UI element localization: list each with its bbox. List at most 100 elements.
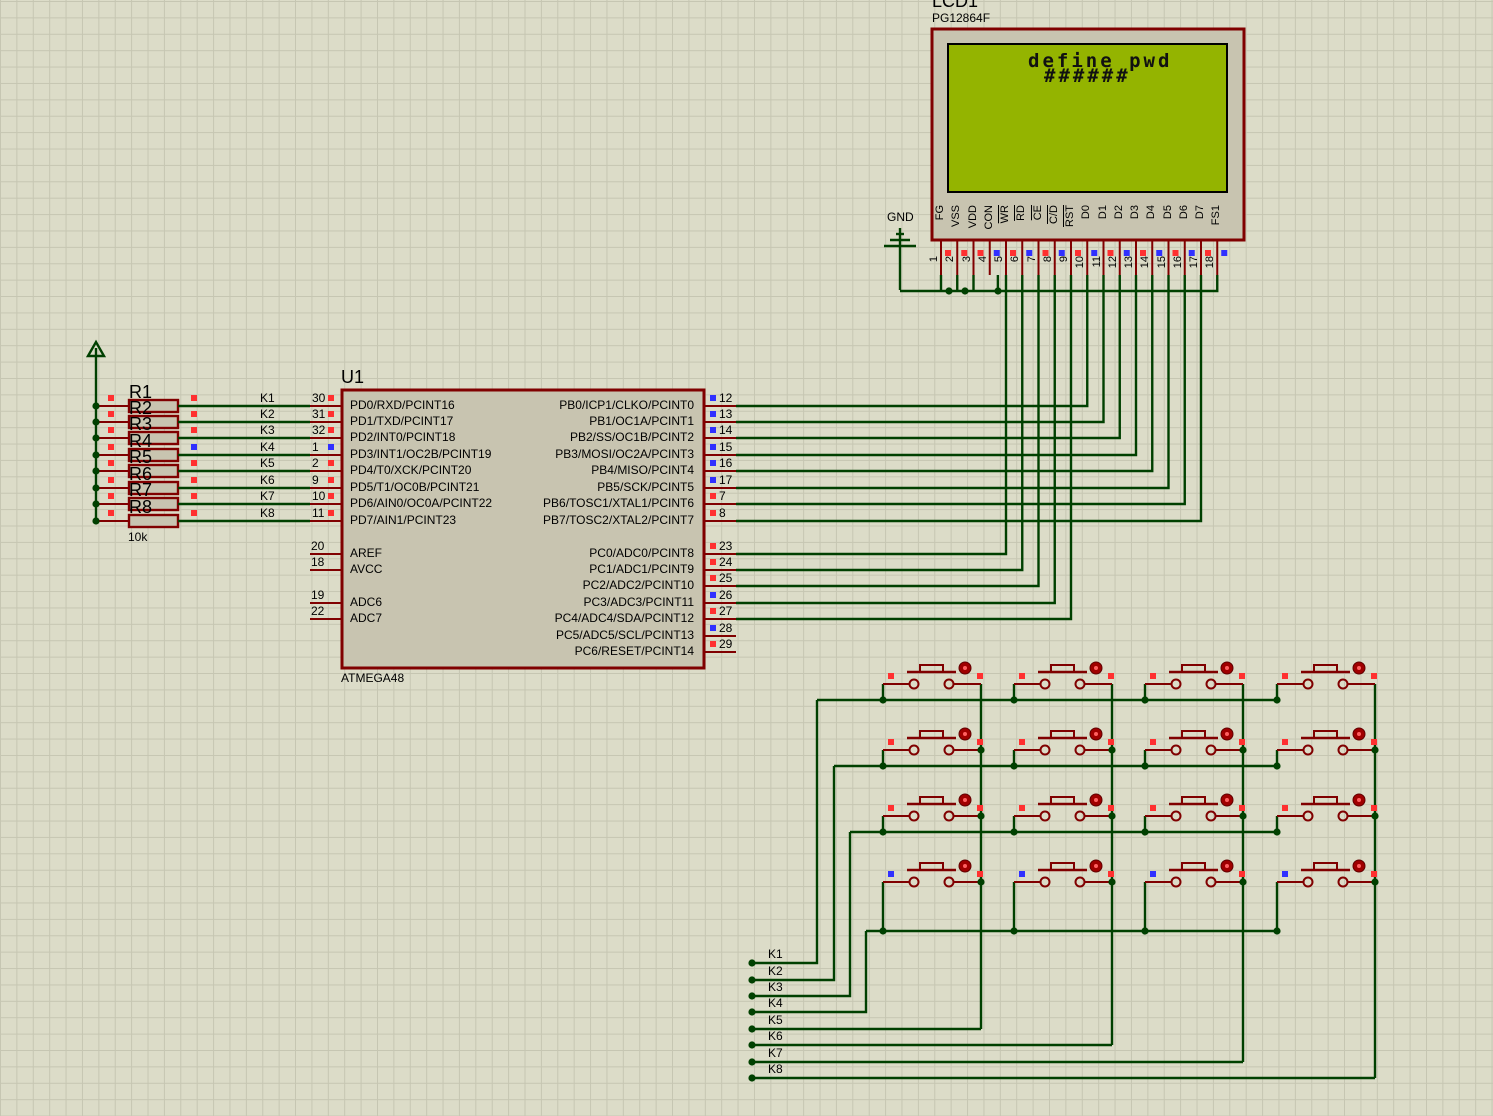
lcd-pin-name: D4 (1145, 205, 1158, 220)
pin-marker (108, 477, 114, 483)
mcu-pin-number: 17 (719, 473, 733, 487)
button-indicator-dot (963, 798, 967, 802)
lcd-pin-name: D3 (1129, 205, 1141, 220)
pin-marker (977, 871, 983, 877)
button-contact (1170, 678, 1182, 690)
mcu-pin-number: 30 (312, 391, 326, 405)
mcu-pin-name: PC4/ADC4/SDA/PCINT12 (554, 611, 694, 625)
wire-row-net (752, 766, 836, 982)
mcu-pin-name: PC3/ADC3/PCINT11 (583, 595, 694, 609)
wire-control (736, 275, 1040, 588)
key-button (1014, 727, 1112, 756)
pin-marker (977, 805, 983, 811)
lcd-pin-number: 4 (976, 256, 989, 263)
wire-data-bus (736, 275, 1105, 424)
button-indicator-dot (1225, 864, 1229, 868)
button-contact (1170, 744, 1182, 756)
lcd-pin-name: D7 (1194, 205, 1206, 220)
button-indicator-dot (1357, 666, 1361, 670)
lcd-pin-number: 16 (1171, 256, 1184, 269)
junction-dot (1010, 762, 1018, 770)
mcu-pin-number: 26 (719, 588, 733, 602)
net-label: K7 (768, 1046, 783, 1060)
junction-dot (1273, 762, 1281, 770)
mcu-pin-number: 16 (719, 456, 733, 470)
button-contact (1205, 744, 1217, 756)
wire-data-bus (736, 275, 1154, 473)
mcu-pin-name: AREF (350, 546, 383, 560)
button-contact (1205, 876, 1217, 888)
pin-marker (977, 673, 983, 679)
pin-marker (191, 510, 197, 516)
lcd-pin-number: 15 (1155, 256, 1168, 269)
button-contact (908, 876, 920, 888)
junction-dot (1371, 746, 1379, 754)
pin-marker (108, 444, 114, 450)
junction-dot (1371, 812, 1379, 820)
key-button (1277, 859, 1375, 888)
button-contact (908, 744, 920, 756)
button-indicator-dot (1225, 732, 1229, 736)
button-contact (943, 744, 955, 756)
pin-marker (1371, 739, 1377, 745)
pin-marker (710, 427, 716, 433)
pin-marker (1150, 739, 1156, 745)
junction-dot (748, 1041, 756, 1049)
junction-dot (1108, 746, 1116, 754)
wire-control (736, 275, 1008, 556)
junction-dot (748, 1058, 756, 1066)
button-contact (908, 678, 920, 690)
pin-marker (888, 673, 894, 679)
mcu-pin-name: PC2/ADC2/PCINT10 (582, 578, 694, 592)
pin-marker (191, 427, 197, 433)
junction-dot (977, 746, 985, 754)
pin-marker (191, 411, 197, 417)
mcu-pin-number: 23 (719, 539, 733, 553)
lcd-ref: LCD1 (932, 0, 979, 11)
net-label: K3 (768, 980, 783, 994)
net-label: K3 (260, 423, 275, 437)
button-contact (1074, 744, 1086, 756)
junction-dot (1141, 828, 1149, 836)
lcd-pin-number: 1 (928, 256, 940, 263)
lcd-pin-number: 11 (1090, 256, 1103, 268)
mcu-pin-name: PD6/AIN0/OC0A/PCINT22 (350, 496, 493, 510)
net-label: K8 (768, 1062, 783, 1076)
pin-marker (888, 739, 894, 745)
junction-dot (92, 451, 100, 459)
pin-marker (1239, 805, 1245, 811)
pin-marker (328, 427, 334, 433)
mcu-pin-number: 15 (719, 440, 733, 454)
net-label: K5 (260, 456, 275, 470)
pin-marker (710, 625, 716, 631)
pin-marker (328, 444, 334, 450)
button-contact (1074, 810, 1086, 822)
key-button (1277, 793, 1375, 822)
junction-dot (748, 992, 756, 1000)
pin-marker (328, 411, 334, 417)
pin-marker (710, 493, 716, 499)
wire-data-bus (736, 275, 1121, 440)
junction-dot (748, 959, 756, 967)
lcd-pin-name: D6 (1177, 205, 1190, 220)
mcu-pin-number: 14 (719, 423, 733, 437)
junction-dot (1239, 878, 1247, 886)
lcd-pin-name: CON (982, 205, 995, 230)
lcd-pin-name: VSS (950, 205, 963, 228)
junction-dot (879, 696, 887, 704)
button-contact (1337, 876, 1349, 888)
mcu-pin-name: PB4/MISO/PCINT4 (591, 463, 694, 477)
junction-dot (1010, 828, 1018, 836)
resistor-value: 10k (128, 530, 148, 544)
mcu-pin-number: 7 (719, 489, 726, 503)
pin-marker (108, 427, 114, 433)
pin-marker (1371, 673, 1377, 679)
mcu-pin-name: PB3/MOSI/OC2A/PCINT3 (555, 447, 694, 461)
lcd-pin-name: D2 (1112, 205, 1125, 220)
pin-marker (328, 477, 334, 483)
junction-dot (961, 287, 969, 295)
lcd-pin-name: D5 (1161, 205, 1174, 220)
junction-dot (1108, 812, 1116, 820)
mcu-pin-name: PD4/T0/XCK/PCINT20 (350, 463, 472, 477)
lcd-part: PG12864F (932, 11, 991, 25)
